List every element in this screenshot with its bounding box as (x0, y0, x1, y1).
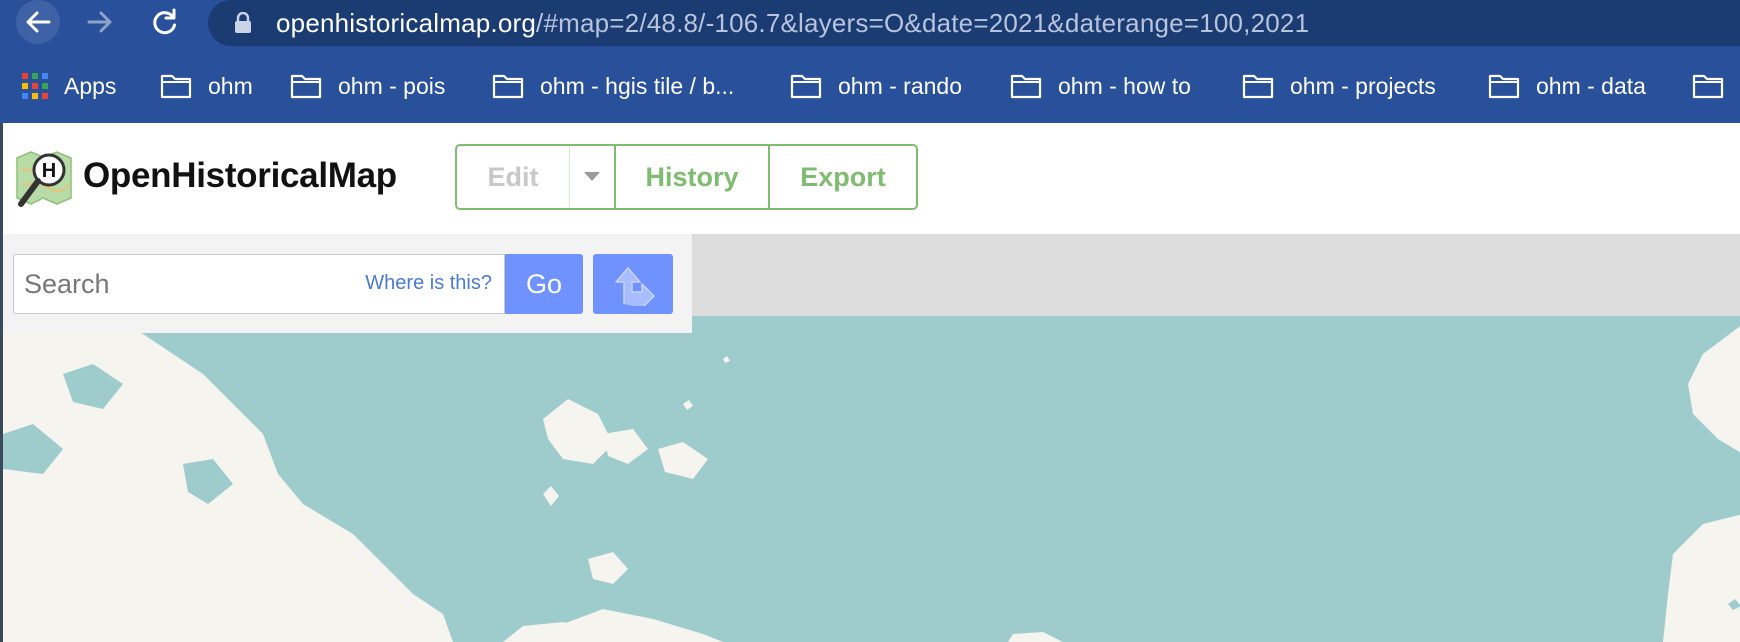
edit-button[interactable]: Edit (457, 146, 570, 208)
bookmark-folder-ohm-data[interactable]: ohm - data (1488, 66, 1646, 106)
address-bar[interactable]: openhistoricalmap.org/#map=2/48.8/-106.7… (208, 0, 1740, 46)
apps-grid-icon (22, 73, 48, 99)
search-box: Where is this? (13, 254, 505, 314)
arrow-left-icon (26, 11, 51, 33)
folder-icon (1010, 74, 1042, 99)
bookmarks-bar: Apps ohm ohm - pois ohm - hgis tile / b.… (0, 66, 1740, 106)
reload-button[interactable] (144, 2, 184, 42)
bookmark-folder-ohm-pois[interactable]: ohm - pois (290, 66, 445, 106)
logo-letter: H (42, 160, 56, 182)
lock-icon (235, 12, 251, 33)
bookmark-label: ohm - data (1536, 72, 1646, 99)
search-input[interactable] (14, 255, 354, 313)
openhistoricalmap-logo-icon[interactable]: H (13, 148, 75, 210)
folder-icon (1242, 74, 1274, 99)
browser-chrome: openhistoricalmap.org/#map=2/48.8/-106.7… (0, 0, 1740, 123)
back-button[interactable] (16, 0, 60, 44)
url-text: openhistoricalmap.org/#map=2/48.8/-106.7… (276, 8, 1309, 38)
folder-icon (160, 74, 192, 99)
bookmark-label: Apps (64, 72, 117, 99)
caret-down-icon (584, 172, 600, 181)
site-title[interactable]: OpenHistoricalMap (83, 156, 397, 196)
forward-button[interactable] (80, 2, 120, 42)
url-path: /#map=2/48.8/-106.7&layers=O&date=2021&d… (536, 8, 1310, 38)
bookmark-label: ohm (208, 72, 253, 99)
bookmark-folder-ohm-rando[interactable]: ohm - rando (790, 66, 962, 106)
go-button[interactable]: Go (505, 254, 583, 314)
bookmark-label: ohm - hgis tile / b... (540, 72, 735, 99)
bookmark-label: ohm - how to (1058, 72, 1191, 99)
bookmark-folder-ohm-how-to[interactable]: ohm - how to (1010, 66, 1191, 106)
bookmark-folder-overflow[interactable] (1692, 66, 1740, 106)
folder-icon (492, 74, 524, 99)
search-panel: Where is this? Go (3, 234, 692, 333)
bookmark-folder-ohm[interactable]: ohm (160, 66, 253, 106)
bookmark-folder-ohm-projects[interactable]: ohm - projects (1242, 66, 1436, 106)
where-is-this-link[interactable]: Where is this? (365, 272, 492, 295)
edit-dropdown-button[interactable] (570, 146, 616, 208)
history-button[interactable]: History (616, 146, 770, 208)
reload-icon (153, 8, 176, 35)
arrow-right-icon (87, 11, 112, 33)
directions-arrow-icon (615, 267, 655, 306)
folder-icon (1488, 74, 1520, 99)
site-header: H OpenHistoricalMap Edit History Export (0, 123, 1740, 234)
bookmark-apps[interactable]: Apps (22, 66, 116, 106)
url-host: openhistoricalmap.org (276, 8, 537, 38)
edit-history-export-group: Edit History Export (455, 144, 918, 210)
bookmark-label: ohm - rando (838, 72, 963, 99)
folder-icon (1692, 74, 1724, 99)
bookmark-folder-ohm-hgis[interactable]: ohm - hgis tile / b... (492, 66, 734, 106)
directions-button[interactable] (593, 254, 673, 314)
bookmark-label: ohm - pois (338, 72, 446, 99)
export-button[interactable]: Export (770, 146, 916, 208)
folder-icon (290, 74, 322, 99)
bookmark-label: ohm - projects (1290, 72, 1436, 99)
folder-icon (790, 74, 822, 99)
